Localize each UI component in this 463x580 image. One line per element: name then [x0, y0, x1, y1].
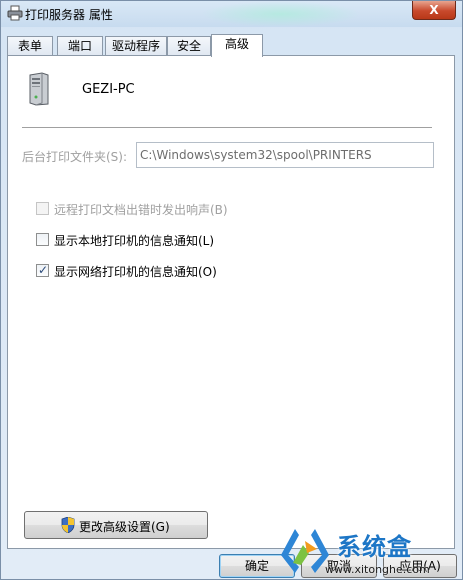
close-button[interactable]: X — [412, 1, 456, 20]
tab-security[interactable]: 安全 — [167, 36, 211, 56]
computer-tower-icon — [29, 72, 49, 106]
network-notify-checkbox[interactable]: ✓ — [36, 263, 49, 277]
close-icon: X — [429, 3, 439, 17]
remote-beep-checkbox — [36, 202, 49, 215]
tab-advanced[interactable]: 高级 — [211, 34, 263, 57]
spool-folder-field[interactable]: C:\Windows\system32\spool\PRINTERS — [136, 142, 434, 168]
uac-shield-icon — [61, 517, 75, 533]
watermark-brand: 系统盒 — [337, 533, 412, 561]
checkmark-icon: ✓ — [38, 263, 49, 277]
network-notify-label[interactable]: 显示网络打印机的信息通知(O) — [54, 263, 217, 280]
tab-forms[interactable]: 表单 — [7, 36, 53, 56]
tab-drivers[interactable]: 驱动程序 — [105, 36, 167, 56]
change-advanced-settings-button[interactable]: 更改高级设置(G) — [24, 511, 208, 539]
advanced-panel: GEZI-PC 后台打印文件夹(S): C:\Windows\system32\… — [7, 55, 455, 549]
remote-beep-label: 远程打印文档出错时发出响声(B) — [54, 203, 228, 217]
watermark-url: www.xitonghe.com — [325, 563, 430, 576]
dialog-window: 打印服务器 属性 X 表单 端口 驱动程序 安全 高级 GEZI-PC 后台打印… — [0, 0, 463, 580]
window-title: 打印服务器 属性 — [25, 8, 113, 22]
local-notify-checkbox[interactable] — [36, 233, 49, 246]
computer-name: GEZI-PC — [82, 82, 135, 97]
printer-icon — [7, 5, 23, 21]
tab-ports[interactable]: 端口 — [57, 36, 103, 56]
local-notify-label[interactable]: 显示本地打印机的信息通知(L) — [54, 232, 214, 249]
spool-folder-label: 后台打印文件夹(S): — [22, 150, 128, 164]
title-bar-glow — [201, 1, 361, 27]
title-bar[interactable]: 打印服务器 属性 X — [1, 1, 462, 27]
divider — [22, 127, 432, 128]
change-advanced-settings-label: 更改高级设置(G) — [79, 520, 170, 534]
